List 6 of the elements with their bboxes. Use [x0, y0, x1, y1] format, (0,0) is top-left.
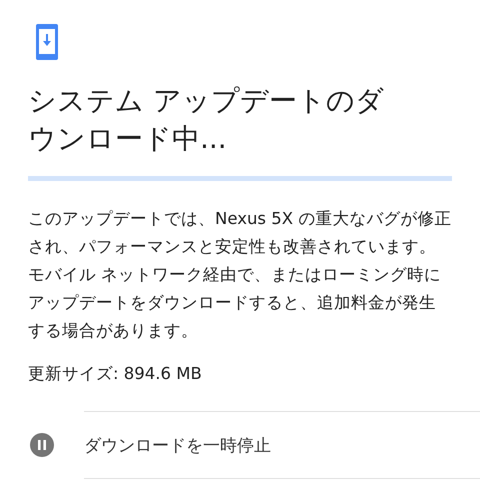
dialog-title: システム アップデートのダウンロード中...	[28, 83, 385, 157]
update-size-text: 更新サイズ: 894.6 MB	[28, 363, 203, 385]
description-text: このアップデートでは、Nexus 5X の重大なバグが修正され、パフォーマンスと安定性も改善されています。モバイル ネットワーク経由で、またはローミング時にアップデートをダウンロードすると、追加料金が発生する場合があります。	[28, 208, 452, 342]
pause-icon	[30, 433, 54, 457]
pause-download-link[interactable]: ダウンロードを一時停止	[84, 434, 271, 456]
phone-download-icon	[36, 24, 58, 60]
